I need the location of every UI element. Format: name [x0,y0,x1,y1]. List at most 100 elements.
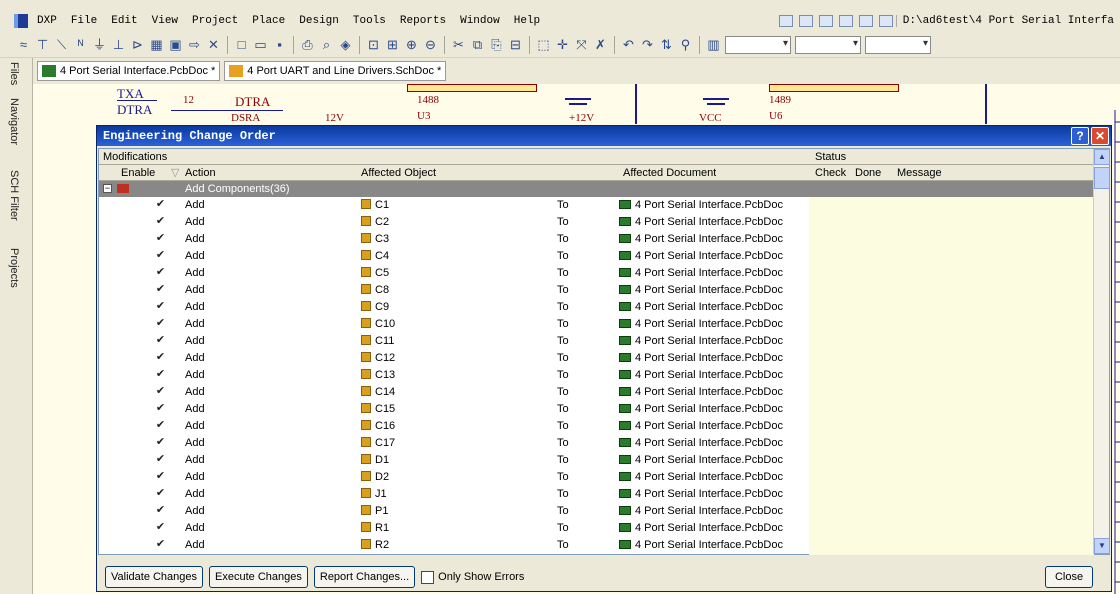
table-row[interactable]: ✔ Add C9 To 4 Port Serial Interface.PcbDoc [99,299,1094,315]
open-icon[interactable]: ▭ [253,37,268,52]
header-check[interactable]: Check [815,165,846,181]
undo-icon[interactable]: ↶ [621,37,636,52]
new-icon[interactable]: □ [234,37,249,52]
tab-sch-doc[interactable]: 4 Port UART and Line Drivers.SchDoc * [224,61,447,81]
enable-checkbox[interactable]: ✔ [155,488,166,499]
enable-checkbox[interactable]: ✔ [155,318,166,329]
header-enable[interactable]: Enable [121,165,155,181]
enable-checkbox[interactable]: ✔ [155,335,166,346]
part-icon[interactable]: ⊳ [130,37,145,52]
redo-icon[interactable]: ↷ [640,37,655,52]
arrow-down-icon[interactable] [818,15,833,27]
hierarchy-icon[interactable]: ⇅ [659,37,674,52]
table-row[interactable]: ✔ Add C17 To 4 Port Serial Interface.PcbDoc [99,435,1094,451]
list-icon[interactable] [798,15,813,27]
table-row[interactable]: ✔ Add C16 To 4 Port Serial Interface.PcbDoc [99,418,1094,434]
scroll-down-icon[interactable]: ▼ [1094,538,1110,554]
table-row[interactable]: ✔ Add D1 To 4 Port Serial Interface.PcbDoc [99,452,1094,468]
probe-icon[interactable]: ⚲ [678,37,693,52]
enable-checkbox[interactable]: ✔ [155,403,166,414]
menu-project[interactable]: Project [185,15,245,27]
save-icon[interactable]: ▪ [272,37,287,52]
deselect-icon[interactable]: ⤧ [574,37,589,52]
library-icon[interactable]: ▥ [706,37,721,52]
table-row[interactable]: ✔ Add C13 To 4 Port Serial Interface.PcbDoc [99,367,1094,383]
table-row[interactable]: ✔ Add C5 To 4 Port Serial Interface.PcbDoc [99,265,1094,281]
enable-checkbox[interactable]: ✔ [155,437,166,448]
port-icon[interactable]: ⇨ [187,37,202,52]
menu-dxp[interactable]: DXP [30,15,64,27]
vertical-scrollbar[interactable]: ▲ ▼ [1093,149,1110,554]
diamond-icon[interactable] [858,15,873,27]
side-tab-navigator[interactable]: Navigator [8,98,20,145]
enable-checkbox[interactable]: ✔ [155,505,166,516]
table-row[interactable]: ✔ Add C2 To 4 Port Serial Interface.PcbDoc [99,214,1094,230]
combo-box[interactable] [865,35,931,54]
pin-icon[interactable] [838,15,853,27]
zoom-fit-icon[interactable]: ⊡ [366,37,381,52]
no-erc-icon[interactable]: ✕ [206,37,221,52]
table-row[interactable]: ✔ Add C3 To 4 Port Serial Interface.PcbDoc [99,231,1094,247]
move-icon[interactable]: ✛ [555,37,570,52]
table-row[interactable]: ✔ Add R1 To 4 Port Serial Interface.PcbDoc [99,520,1094,536]
combo-box[interactable] [725,35,791,54]
vcc-power-icon[interactable]: ⊥ [111,37,126,52]
device-icon[interactable]: ◈ [338,37,353,52]
combo-box[interactable] [795,35,861,54]
print-icon[interactable]: ⎙ [300,37,315,52]
grid-icon[interactable] [878,15,893,27]
collapse-icon[interactable]: − [103,184,112,193]
sheet-symbol-icon[interactable]: ▦ [149,37,164,52]
menu-file[interactable]: File [64,15,104,27]
cut-icon[interactable]: ✂ [451,37,466,52]
validate-changes-button[interactable]: Validate Changes [105,566,204,588]
paste-icon[interactable]: ⎘ [489,37,504,52]
side-tab-projects[interactable]: Projects [8,248,20,288]
enable-checkbox[interactable]: ✔ [155,267,166,278]
menu-window[interactable]: Window [453,15,507,27]
zoom-area-icon[interactable]: ⊞ [385,37,400,52]
table-row[interactable]: ✔ Add R2 To 4 Port Serial Interface.PcbDoc [99,537,1094,553]
table-row[interactable]: ✔ Add J1 To 4 Port Serial Interface.PcbDoc [99,486,1094,502]
bus-entry-icon[interactable]: ⟍ [54,37,69,52]
tab-pcb-doc[interactable]: 4 Port Serial Interface.PcbDoc * [37,61,221,81]
wire-icon[interactable]: ≈ [16,37,31,52]
table-row[interactable]: ✔ Add C15 To 4 Port Serial Interface.PcbDoc [99,401,1094,417]
side-tab-sch-filter[interactable]: SCH Filter [8,170,20,221]
enable-checkbox[interactable]: ✔ [155,471,166,482]
zoom-dropdown-icon[interactable]: ⊖ [423,37,438,52]
menu-edit[interactable]: Edit [104,15,144,27]
table-row[interactable]: ✔ Add C14 To 4 Port Serial Interface.PcbDoc [99,384,1094,400]
header-message[interactable]: Message [897,165,942,181]
menu-tools[interactable]: Tools [346,15,393,27]
table-row[interactable]: ✔ Add C1 To 4 Port Serial Interface.PcbDoc [99,197,1094,213]
table-row[interactable]: ✔ Add P1 To 4 Port Serial Interface.PcbDoc [99,503,1094,519]
only-show-errors-checkbox[interactable] [421,570,435,584]
enable-checkbox[interactable]: ✔ [155,352,166,363]
scroll-thumb[interactable] [1094,167,1110,189]
enable-checkbox[interactable]: ✔ [155,522,166,533]
menu-view[interactable]: View [145,15,185,27]
bus-icon[interactable]: ⊤ [35,37,50,52]
net-label-icon[interactable]: ᴺ [73,37,88,52]
header-affected-object[interactable]: Affected Object [361,165,436,181]
close-icon[interactable]: ✕ [1091,127,1109,145]
close-button[interactable]: Close [1045,566,1093,588]
table-row[interactable]: ✔ Add C10 To 4 Port Serial Interface.PcbDoc [99,316,1094,332]
copy-icon[interactable]: ⧉ [470,37,485,52]
side-tab-files[interactable]: Files [8,62,20,85]
clear-filter-icon[interactable]: ✗ [593,37,608,52]
table-row[interactable]: ✔ Add C12 To 4 Port Serial Interface.PcbDoc [99,350,1094,366]
enable-checkbox[interactable]: ✔ [155,301,166,312]
header-action[interactable]: Action [185,165,216,181]
header-done[interactable]: Done [855,165,881,181]
table-row[interactable]: ✔ Add C11 To 4 Port Serial Interface.PcbDoc [99,333,1094,349]
enable-checkbox[interactable]: ✔ [155,454,166,465]
table-row[interactable]: ✔ Add C4 To 4 Port Serial Interface.PcbDoc [99,248,1094,264]
execute-changes-button[interactable]: Execute Changes [209,566,308,588]
zoom-selected-icon[interactable]: ⊕ [404,37,419,52]
enable-checkbox[interactable]: ✔ [155,250,166,261]
sheet-entry-icon[interactable]: ▣ [168,37,183,52]
help-icon[interactable]: ? [1071,127,1089,145]
chart-icon[interactable] [778,15,793,27]
